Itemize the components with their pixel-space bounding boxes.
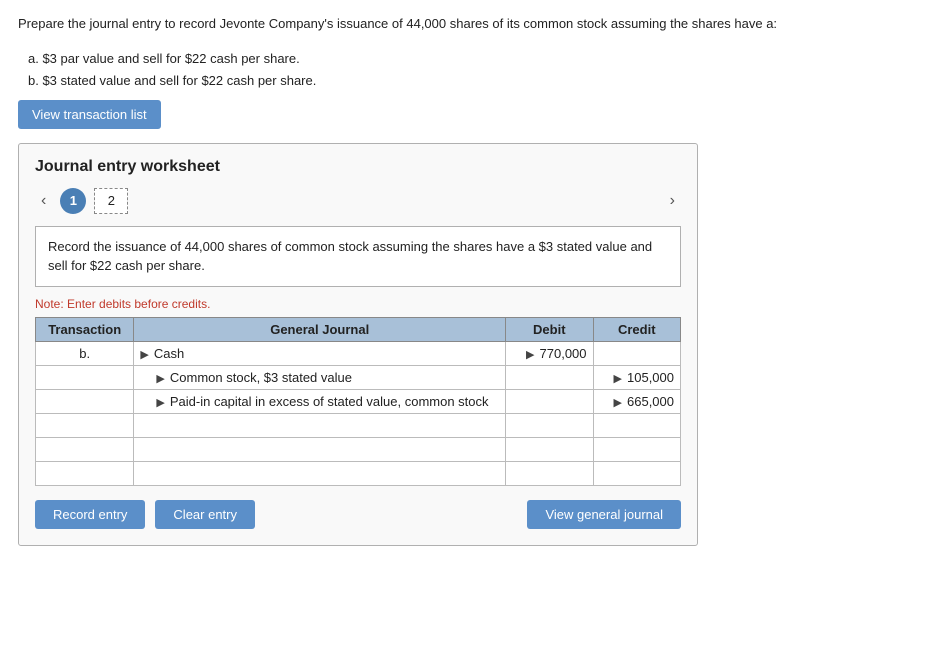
journal-entry-worksheet: Journal entry worksheet ‹ 1 2 › Record t… <box>18 143 698 546</box>
transaction-cell <box>36 365 134 389</box>
journal-table: Transaction General Journal Debit Credit… <box>35 317 681 486</box>
debit-cell[interactable] <box>506 437 593 461</box>
general-journal-cell[interactable]: ▶ Cash <box>134 341 506 365</box>
table-row: b.▶ Cash▶ 770,000 <box>36 341 681 365</box>
action-buttons-row: Record entry Clear entry View general jo… <box>35 500 681 529</box>
debit-cell[interactable] <box>506 413 593 437</box>
intro-item-a: a. $3 par value and sell for $22 cash pe… <box>28 48 917 70</box>
transaction-cell: b. <box>36 341 134 365</box>
intro-item-b: b. $3 stated value and sell for $22 cash… <box>28 70 917 92</box>
prev-tab-button[interactable]: ‹ <box>35 190 52 212</box>
debit-cell[interactable] <box>506 389 593 413</box>
general-journal-cell[interactable] <box>134 413 506 437</box>
table-row: ▶ Paid-in capital in excess of stated va… <box>36 389 681 413</box>
credit-indicator-icon: ▶ <box>613 373 625 385</box>
table-row <box>36 413 681 437</box>
debit-cell[interactable] <box>506 365 593 389</box>
col-header-credit: Credit <box>593 317 680 341</box>
credit-cell[interactable]: ▶ 105,000 <box>593 365 680 389</box>
transaction-cell <box>36 413 134 437</box>
transaction-cell <box>36 461 134 485</box>
credit-cell[interactable] <box>593 437 680 461</box>
intro-line1: Prepare the journal entry to record Jevo… <box>18 14 917 34</box>
general-journal-cell[interactable] <box>134 437 506 461</box>
note-text: Note: Enter debits before credits. <box>35 297 681 311</box>
table-row: ▶ Common stock, $3 stated value ▶ 105,000 <box>36 365 681 389</box>
col-header-debit: Debit <box>506 317 593 341</box>
credit-cell[interactable]: ▶ 665,000 <box>593 389 680 413</box>
row-indicator-icon: ▶ <box>156 373 168 385</box>
credit-cell[interactable] <box>593 341 680 365</box>
next-tab-button[interactable]: › <box>664 190 681 212</box>
view-general-journal-button[interactable]: View general journal <box>527 500 681 529</box>
col-header-general-journal: General Journal <box>134 317 506 341</box>
col-header-transaction: Transaction <box>36 317 134 341</box>
record-entry-button[interactable]: Record entry <box>35 500 145 529</box>
row-indicator-icon: ▶ <box>156 397 168 409</box>
worksheet-title: Journal entry worksheet <box>35 158 681 176</box>
table-row <box>36 461 681 485</box>
transaction-cell <box>36 389 134 413</box>
credit-cell[interactable] <box>593 461 680 485</box>
debit-indicator-icon: ▶ <box>526 349 538 361</box>
view-transaction-list-button[interactable]: View transaction list <box>18 100 161 129</box>
row-indicator-icon: ▶ <box>140 349 152 361</box>
transaction-cell <box>36 437 134 461</box>
general-journal-cell[interactable] <box>134 461 506 485</box>
tab-1[interactable]: 1 <box>60 188 86 214</box>
general-journal-cell[interactable]: ▶ Paid-in capital in excess of stated va… <box>134 389 506 413</box>
tab-2[interactable]: 2 <box>94 188 128 214</box>
debit-cell[interactable] <box>506 461 593 485</box>
table-row <box>36 437 681 461</box>
worksheet-description: Record the issuance of 44,000 shares of … <box>35 226 681 287</box>
clear-entry-button[interactable]: Clear entry <box>155 500 255 529</box>
credit-cell[interactable] <box>593 413 680 437</box>
debit-cell[interactable]: ▶ 770,000 <box>506 341 593 365</box>
credit-indicator-icon: ▶ <box>613 397 625 409</box>
tab-nav-row: ‹ 1 2 › <box>35 188 681 214</box>
general-journal-cell[interactable]: ▶ Common stock, $3 stated value <box>134 365 506 389</box>
